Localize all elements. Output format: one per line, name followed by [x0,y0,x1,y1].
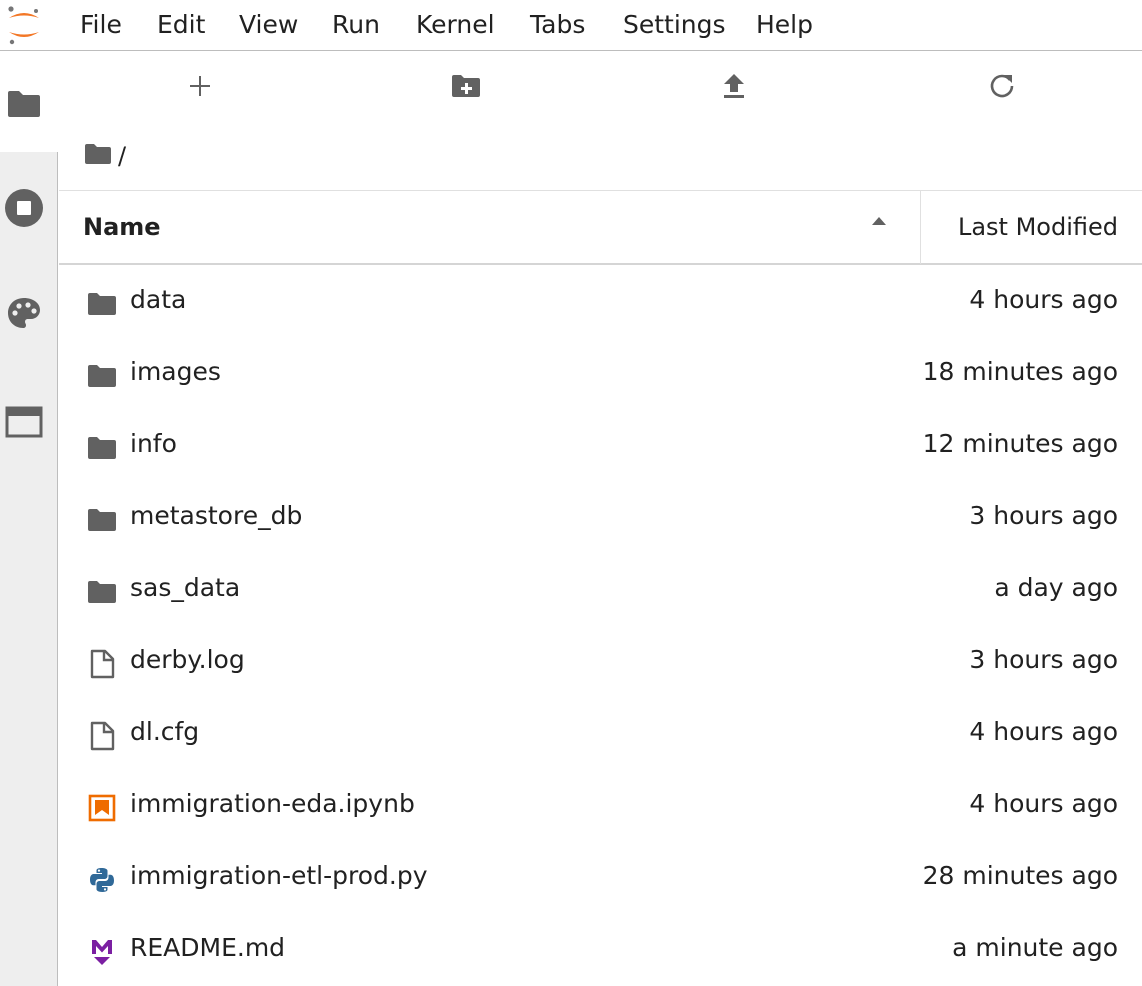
item-name: immigration-etl-prod.py [130,861,428,890]
sort-ascending-icon [871,211,887,230]
item-modified: 3 hours ago [969,501,1118,530]
list-item[interactable]: README.md a minute ago [59,915,1142,986]
sidebar-tab-commands[interactable] [0,264,58,364]
list-item[interactable]: dl.cfg 4 hours ago [59,699,1142,771]
item-modified: 28 minutes ago [922,861,1118,890]
item-modified: 3 hours ago [969,645,1118,674]
menu-view[interactable]: View [239,7,298,43]
file-listing: data 4 hours ago images 18 minutes ago i… [59,267,1142,986]
sidebar-tab-running[interactable] [0,158,58,258]
item-modified: a minute ago [952,933,1118,962]
menu-help[interactable]: Help [756,7,813,43]
notebook-icon [87,793,117,823]
folder-icon [87,433,117,463]
item-name: images [130,357,221,386]
left-sidebar [0,52,59,986]
item-modified: 18 minutes ago [922,357,1118,386]
upload-icon [723,73,745,103]
markdown-icon [87,937,117,967]
file-icon [87,721,117,751]
breadcrumb: / [84,138,126,174]
item-name: README.md [130,933,286,962]
column-header-last-modified[interactable]: Last Modified [958,213,1118,241]
jupyter-logo-icon[interactable] [4,4,44,46]
palette-icon [6,296,42,336]
item-name: info [130,429,177,458]
menu-run[interactable]: Run [332,7,380,43]
menu-tabs[interactable]: Tabs [530,7,585,43]
folder-icon [87,289,117,319]
folder-icon [6,90,42,122]
list-item[interactable]: sas_data a day ago [59,555,1142,627]
list-item[interactable]: data 4 hours ago [59,267,1142,339]
list-item[interactable]: info 12 minutes ago [59,411,1142,483]
item-name: derby.log [130,645,245,674]
refresh-icon [989,73,1015,103]
item-modified: a day ago [994,573,1118,602]
item-modified: 12 minutes ago [922,429,1118,458]
menu-settings[interactable]: Settings [623,7,726,43]
file-browser-toolbar [59,52,1142,124]
file-icon [87,649,117,679]
item-name: metastore_db [130,501,303,530]
column-divider[interactable] [920,191,921,264]
list-item[interactable]: immigration-eda.ipynb 4 hours ago [59,771,1142,843]
new-launcher-button[interactable] [182,70,218,106]
tab-window-icon [5,406,43,442]
list-item[interactable]: immigration-etl-prod.py 28 minutes ago [59,843,1142,915]
item-modified: 4 hours ago [969,285,1118,314]
list-item[interactable]: derby.log 3 hours ago [59,627,1142,699]
menu-bar: File Edit View Run Kernel Tabs Settings … [0,0,1142,51]
item-modified: 4 hours ago [969,789,1118,818]
python-file-icon [87,865,117,895]
item-name: data [130,285,187,314]
folder-icon [87,361,117,391]
folder-icon [87,577,117,607]
menu-kernel[interactable]: Kernel [416,7,495,43]
listing-header: Name Last Modified [59,190,1142,265]
list-item[interactable]: metastore_db 3 hours ago [59,483,1142,555]
refresh-button[interactable] [984,70,1020,106]
new-folder-icon [451,74,481,102]
menu-file[interactable]: File [80,7,122,43]
folder-icon [87,505,117,535]
plus-icon [189,75,211,101]
breadcrumb-separator: / [118,142,127,170]
item-name: sas_data [130,573,241,602]
list-item[interactable]: images 18 minutes ago [59,339,1142,411]
menu-edit[interactable]: Edit [157,7,205,43]
upload-button[interactable] [716,70,752,106]
item-name: immigration-eda.ipynb [130,789,415,818]
sidebar-tab-file-browser[interactable] [0,52,59,152]
item-name: dl.cfg [130,717,200,746]
sidebar-tab-open-tabs[interactable] [0,370,58,470]
new-folder-button[interactable] [448,70,484,106]
stop-circle-icon [4,188,44,232]
item-modified: 4 hours ago [969,717,1118,746]
home-folder-icon[interactable] [84,143,112,169]
column-header-name[interactable]: Name [83,213,161,241]
